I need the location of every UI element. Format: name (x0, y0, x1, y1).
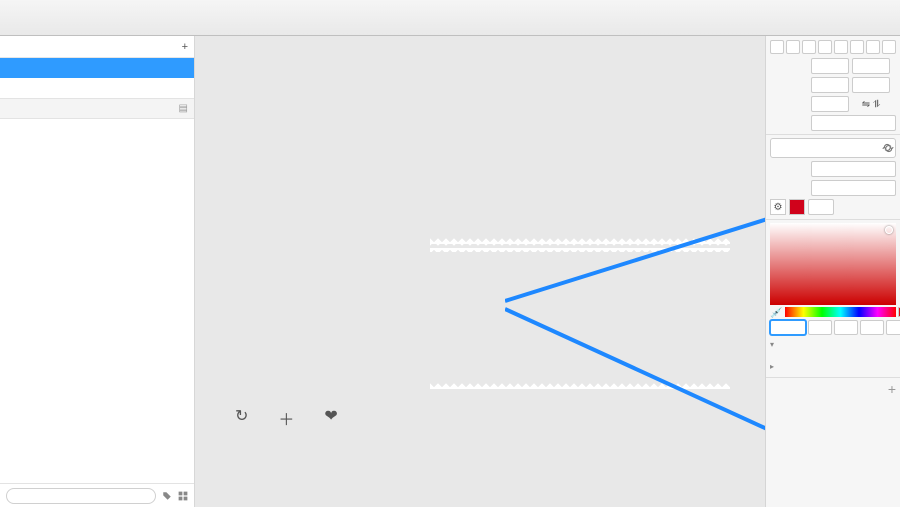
a-input[interactable] (886, 320, 900, 335)
font-size-input[interactable] (808, 199, 834, 215)
flip-icons[interactable]: ⇋ ⥮ (852, 99, 890, 110)
resizing-select[interactable] (811, 115, 896, 131)
g-input[interactable] (834, 320, 858, 335)
add-icon[interactable]: ＋ (278, 406, 294, 430)
filter-input[interactable] (6, 488, 156, 504)
layers-panel: + ▤ (0, 36, 195, 507)
distribute-h-icon[interactable] (866, 40, 880, 54)
distribute-v-icon[interactable] (882, 40, 896, 54)
canvas[interactable]: ↻ ＋ ❤ (195, 36, 765, 507)
align-right-icon[interactable] (802, 40, 816, 54)
artboard-section-header: ▤ (0, 98, 194, 119)
document-colors-section[interactable] (770, 358, 896, 374)
hex-input[interactable] (770, 320, 806, 335)
global-colors-section[interactable] (770, 336, 896, 352)
layer-tree (0, 119, 194, 483)
add-export-icon[interactable]: + (888, 381, 896, 397)
color-picker-area[interactable] (770, 223, 896, 305)
refresh-icon[interactable]: ↻ (235, 406, 248, 430)
grid-icon[interactable] (178, 490, 188, 502)
replace-symbol-icon[interactable] (882, 142, 894, 154)
width-input[interactable] (811, 77, 849, 93)
typeface-select[interactable] (811, 161, 896, 177)
pages-header: + (0, 36, 194, 58)
text-options-icon[interactable]: ⚙ (770, 199, 786, 215)
card-two-line (430, 381, 730, 389)
heart-icon[interactable]: ❤ (324, 406, 337, 430)
card-single-line (430, 236, 730, 252)
position-x-input[interactable] (811, 58, 849, 74)
page-row[interactable] (0, 58, 194, 78)
inspector-panel: ⇋ ⥮ ⚙ 💉 (765, 36, 900, 507)
b-input[interactable] (860, 320, 884, 335)
align-top-icon[interactable] (818, 40, 832, 54)
canvas-icons: ↻ ＋ ❤ (235, 406, 338, 430)
tag-icon[interactable] (162, 490, 172, 502)
position-y-input[interactable] (852, 58, 890, 74)
page-row[interactable] (0, 78, 194, 98)
eyedropper-icon[interactable]: 💉 (770, 308, 782, 319)
weight-select[interactable] (811, 180, 896, 196)
text-color-swatch[interactable] (789, 199, 805, 215)
top-toolbar (0, 0, 900, 36)
artboard-icon[interactable]: ▤ (179, 103, 188, 114)
symbol-path-input[interactable] (770, 138, 896, 158)
filter-bar (0, 483, 194, 507)
r-input[interactable] (808, 320, 832, 335)
align-middle-icon[interactable] (834, 40, 848, 54)
rotate-input[interactable] (811, 96, 849, 112)
align-buttons (770, 40, 896, 54)
add-page-icon[interactable]: + (182, 41, 188, 53)
align-bottom-icon[interactable] (850, 40, 864, 54)
annotation-arrow (505, 191, 765, 321)
hue-slider[interactable] (785, 307, 896, 317)
align-center-icon[interactable] (786, 40, 800, 54)
height-input[interactable] (852, 77, 890, 93)
align-left-icon[interactable] (770, 40, 784, 54)
